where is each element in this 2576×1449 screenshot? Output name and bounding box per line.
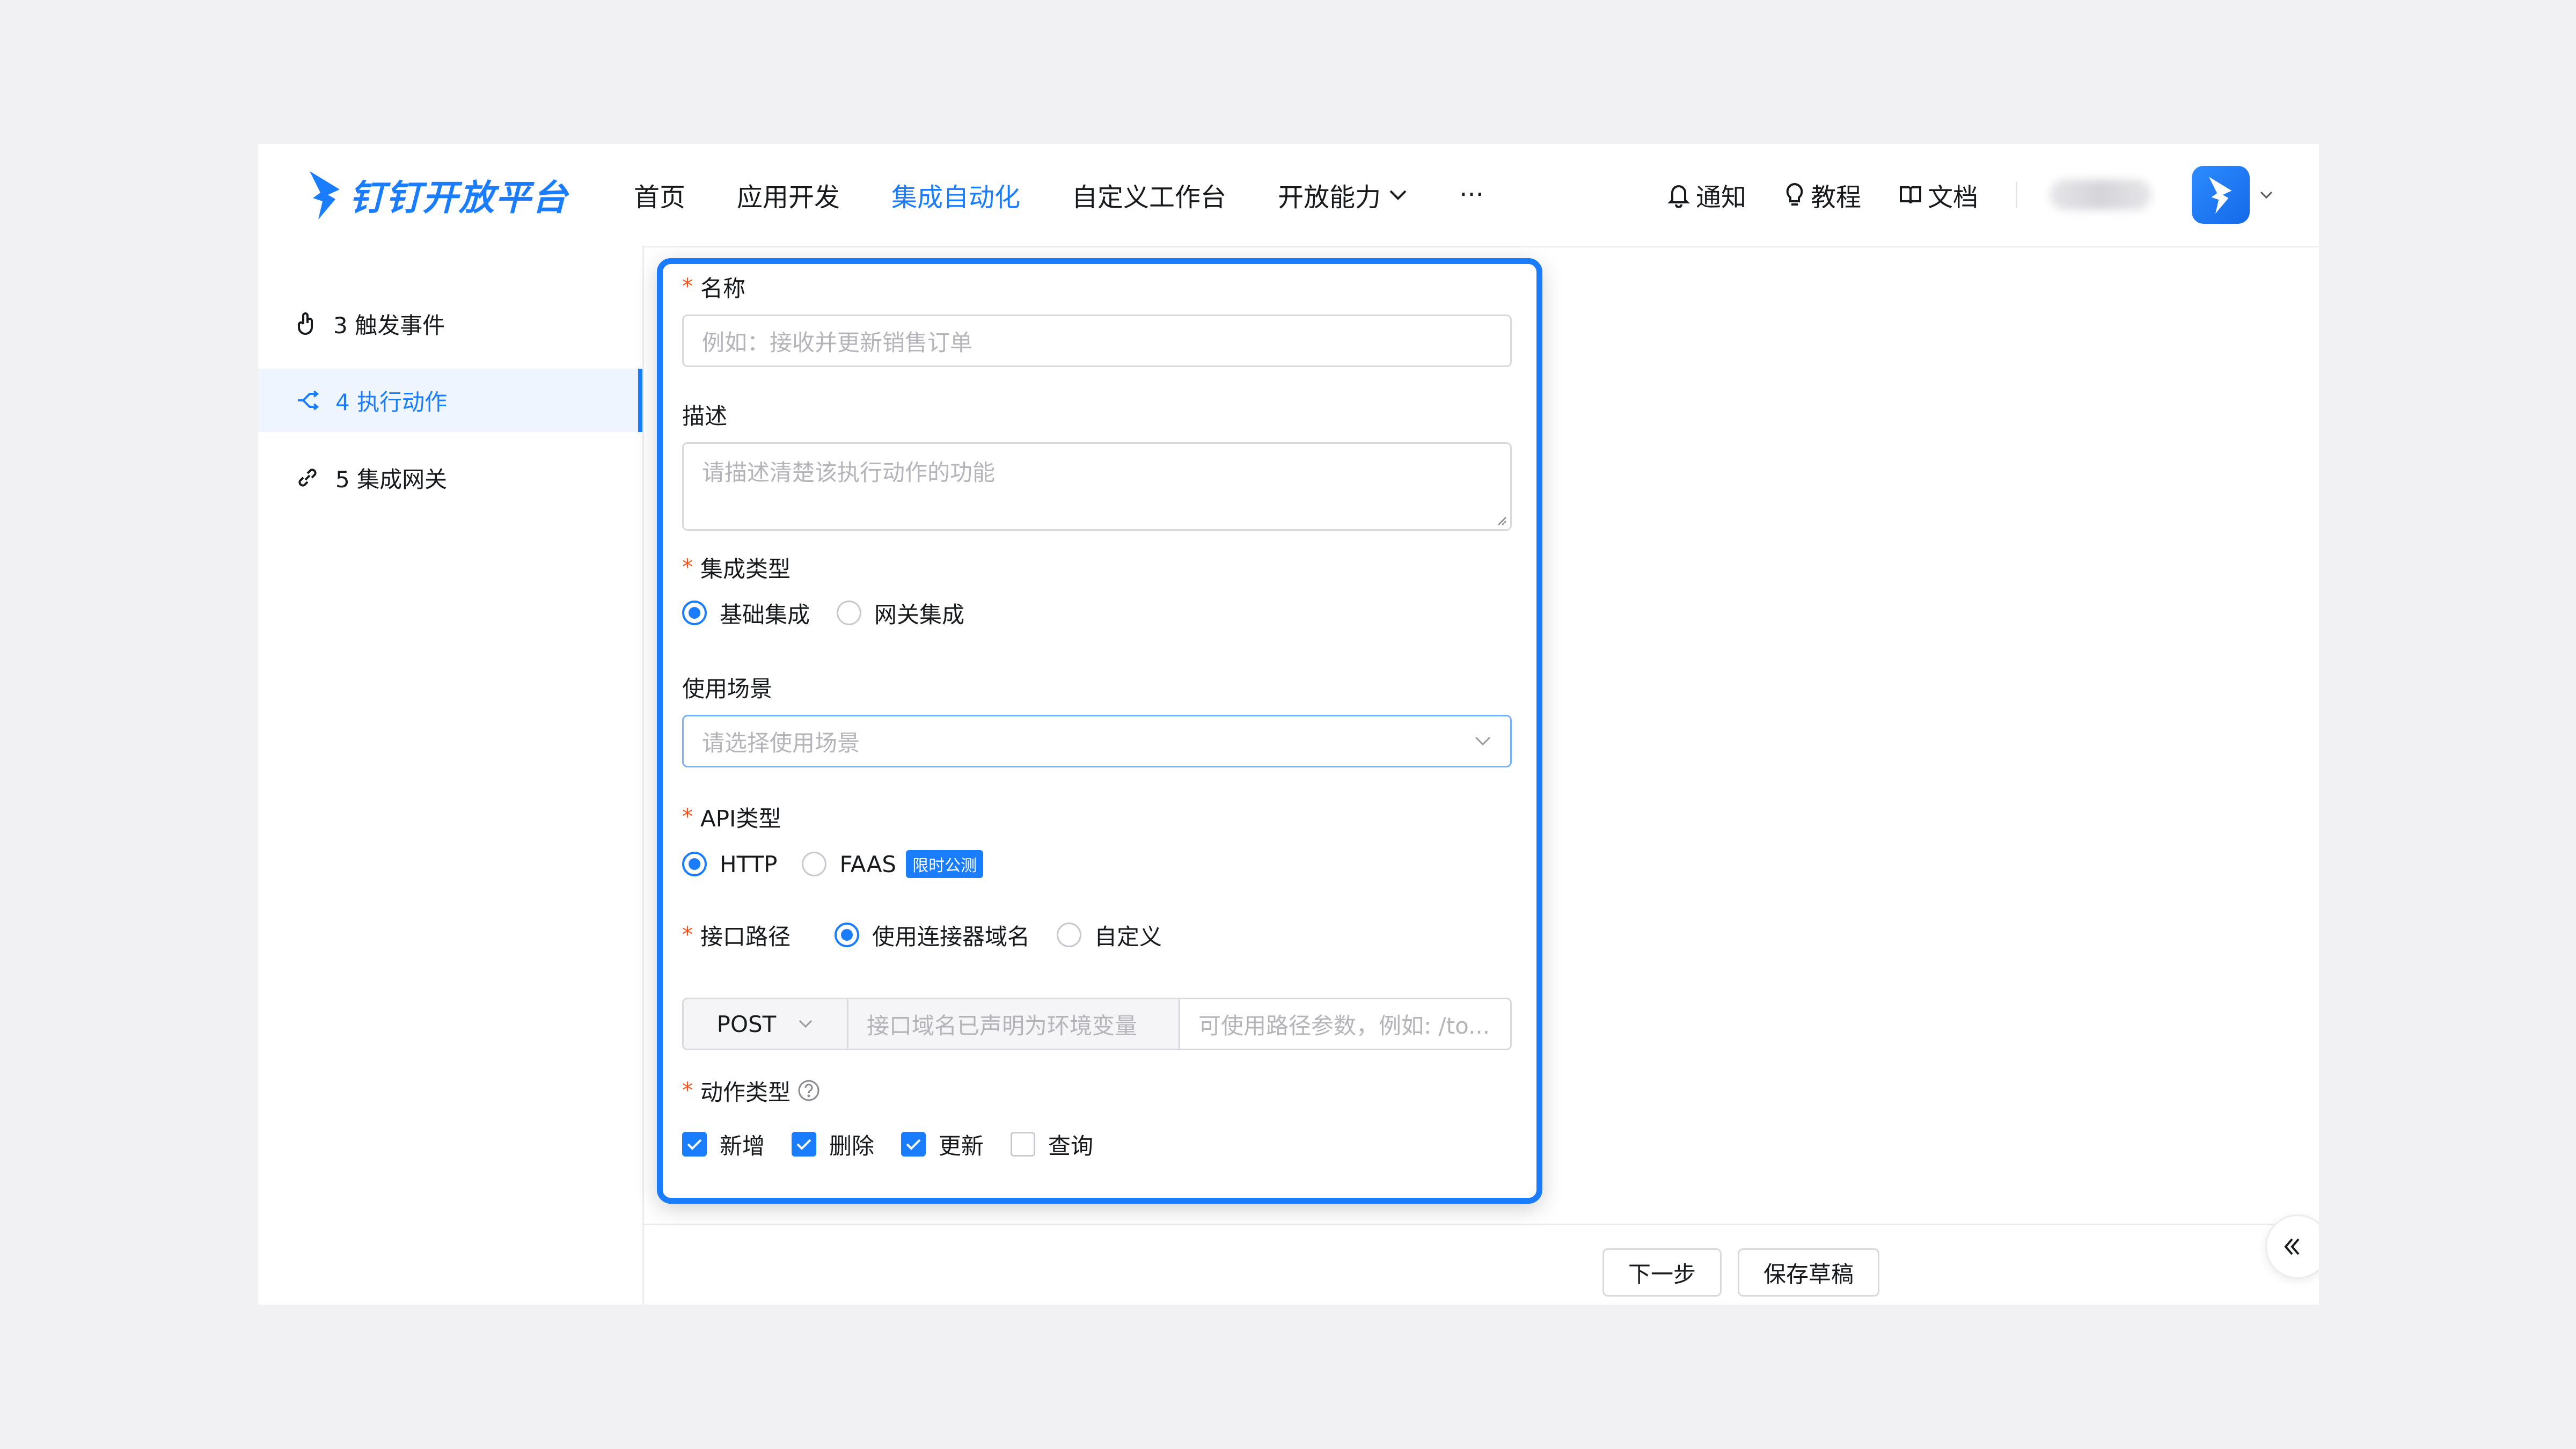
- sidebar-item-trigger-event[interactable]: 3 触发事件: [258, 292, 642, 355]
- endpoint-label: * 接口路径: [682, 923, 791, 950]
- logo-text: 钉钉开放平台: [349, 177, 568, 218]
- radio-basic-integration[interactable]: 基础集成: [682, 597, 810, 630]
- tutorial-label: 教程: [1811, 182, 1861, 213]
- radio-checked[interactable]: [682, 852, 707, 876]
- radio-unchecked[interactable]: [1057, 923, 1082, 947]
- integration-type-radios: 基础集成 网关集成: [682, 594, 991, 632]
- save-draft-button[interactable]: 保存草稿: [1738, 1248, 1879, 1297]
- notify-button[interactable]: 通知: [1667, 177, 1746, 214]
- checkbox-delete[interactable]: 删除: [792, 1128, 874, 1161]
- chevron-down-icon[interactable]: [2259, 190, 2273, 200]
- dingtalk-logo-icon: [310, 171, 340, 219]
- checkbox-add[interactable]: 新增: [682, 1128, 765, 1161]
- book-icon: [1900, 186, 1921, 204]
- footer-bar: 下一步 保存草稿: [644, 1224, 2319, 1305]
- double-chevron-left-icon: [2284, 1238, 2300, 1255]
- integration-type-label: * 集成类型: [682, 555, 791, 582]
- radio-connector-domain[interactable]: 使用连接器域名: [835, 919, 1030, 952]
- tutorial-button[interactable]: 教程: [1784, 177, 1861, 214]
- dingtalk-avatar-icon: [2208, 177, 2232, 214]
- sidebar: 3 触发事件 4 执行动作 5 集成网关: [258, 246, 644, 1305]
- scene-select[interactable]: 请选择使用场景: [682, 715, 1512, 767]
- flow-branch-icon: [296, 390, 319, 411]
- api-type-radios: HTTP FAAS 限时公测: [682, 845, 1010, 883]
- scene-label: 使用场景: [682, 675, 773, 702]
- sidebar-item-label: 5 集成网关: [335, 466, 448, 493]
- action-type-checkboxes: 新增 删除 更新 查询: [682, 1125, 1120, 1163]
- check-icon: [906, 1139, 921, 1150]
- app-window: 钉钉开放平台 首页 应用开发 集成自动化 自定义工作台 开放能力 ··· 通知 …: [258, 144, 2319, 1305]
- endpoint-input-group: POST 接口域名已声明为环境变量 可使用路径参数，例如: /to...: [682, 998, 1512, 1050]
- checkbox-checked[interactable]: [682, 1132, 707, 1157]
- path-input[interactable]: 可使用路径参数，例如: /to...: [1180, 998, 1512, 1050]
- checkbox-checked[interactable]: [901, 1132, 926, 1157]
- check-icon: [796, 1139, 811, 1150]
- top-header: 钉钉开放平台 首页 应用开发 集成自动化 自定义工作台 开放能力 ··· 通知 …: [258, 144, 2319, 247]
- sidebar-item-label: 3 触发事件: [333, 312, 445, 339]
- nav-app-dev[interactable]: 应用开发: [737, 176, 840, 214]
- name-input[interactable]: 例如：接收并更新销售订单: [682, 314, 1512, 367]
- nav-home[interactable]: 首页: [634, 176, 685, 214]
- checkbox-checked[interactable]: [792, 1132, 817, 1157]
- sidebar-item-integration-gateway[interactable]: 5 集成网关: [258, 446, 642, 509]
- bell-icon: [1667, 185, 1690, 208]
- checkbox-update[interactable]: 更新: [901, 1128, 984, 1161]
- nav-open-capabilities[interactable]: 开放能力: [1278, 176, 1408, 214]
- avatar[interactable]: [2192, 166, 2250, 224]
- sidebar-item-label: 4 执行动作: [335, 389, 448, 415]
- chevron-down-icon: [1389, 190, 1407, 200]
- nav-custom-workbench[interactable]: 自定义工作台: [1072, 176, 1226, 214]
- radio-checked[interactable]: [835, 923, 859, 947]
- action-form-card: * 名称 例如：接收并更新销售订单 描述 请描述清楚该执行动作的功能 * 集成类…: [657, 258, 1542, 1204]
- lightbulb-icon: [1786, 182, 1803, 206]
- radio-gateway-integration[interactable]: 网关集成: [837, 597, 964, 630]
- username-redacted[interactable]: [2050, 180, 2151, 210]
- radio-unchecked[interactable]: [802, 852, 827, 876]
- main-nav: 首页 应用开发 集成自动化 自定义工作台 开放能力 ···: [634, 144, 1535, 246]
- endpoint-radios: 使用连接器域名 自定义: [835, 916, 1189, 954]
- chevron-down-icon: [799, 1020, 813, 1028]
- header-tools: 通知 教程 文档: [1629, 144, 2273, 246]
- nav-integration-automation[interactable]: 集成自动化: [891, 176, 1020, 214]
- chevron-down-icon: [1475, 736, 1491, 746]
- header-divider: [2016, 182, 2017, 208]
- notify-label: 通知: [1696, 182, 1746, 213]
- help-circle-icon[interactable]: [797, 1079, 821, 1102]
- docs-label: 文档: [1928, 182, 1978, 213]
- check-icon: [687, 1139, 702, 1150]
- radio-http[interactable]: HTTP: [682, 851, 777, 877]
- radio-checked[interactable]: [682, 601, 707, 625]
- nav-open-capabilities-label: 开放能力: [1278, 182, 1381, 213]
- sidebar-item-execute-action[interactable]: 4 执行动作: [258, 369, 642, 432]
- checkbox-query[interactable]: 查询: [1011, 1128, 1093, 1161]
- radio-custom-domain[interactable]: 自定义: [1057, 919, 1162, 952]
- radio-faas[interactable]: FAAS 限时公测: [802, 850, 984, 878]
- next-step-button[interactable]: 下一步: [1602, 1248, 1722, 1297]
- beta-badge: 限时公测: [906, 850, 984, 878]
- action-type-label: * 动作类型: [682, 1074, 821, 1107]
- description-label: 描述: [682, 402, 728, 429]
- docs-button[interactable]: 文档: [1899, 177, 1978, 214]
- api-type-label: * API类型: [682, 804, 781, 832]
- logo[interactable]: 钉钉开放平台: [306, 165, 568, 224]
- domain-input[interactable]: 接口域名已声明为环境变量: [848, 998, 1180, 1050]
- link-icon: [296, 466, 319, 489]
- resize-handle-icon[interactable]: [1495, 514, 1507, 526]
- name-label: * 名称: [682, 274, 746, 302]
- checkbox-unchecked[interactable]: [1011, 1132, 1036, 1157]
- finger-tap-icon: [296, 311, 317, 336]
- description-textarea[interactable]: 请描述清楚该执行动作的功能: [682, 442, 1512, 531]
- http-method-select[interactable]: POST: [682, 998, 848, 1050]
- radio-unchecked[interactable]: [837, 601, 862, 625]
- nav-more[interactable]: ···: [1459, 180, 1484, 210]
